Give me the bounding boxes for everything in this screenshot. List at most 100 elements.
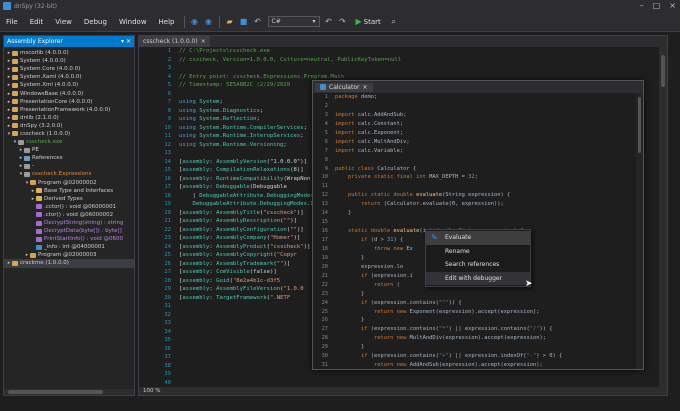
tree-node[interactable]: ▾ csscheck.exe xyxy=(4,138,134,146)
close-icon[interactable]: × xyxy=(126,38,131,45)
line-number: 18 xyxy=(321,245,328,252)
tree-node[interactable]: ▸ - xyxy=(4,162,134,170)
tree-node[interactable]: DecryptString(string) : string xyxy=(4,219,134,227)
title-bar: dnSpy (32-bit) – □ × xyxy=(0,0,680,12)
method-icon xyxy=(36,236,42,242)
scrollbar-thumb[interactable] xyxy=(661,55,665,87)
zoom-level[interactable]: 100 % xyxy=(139,387,667,395)
code-line: // csscheck, Version=1.0.0.0, Culture=ne… xyxy=(179,56,479,65)
menu-file[interactable]: File xyxy=(0,18,24,26)
tree-node[interactable]: ▾ csscheck (1.0.0.0) xyxy=(4,130,134,138)
code-line: // C:\Projects\csscheck.exe xyxy=(179,47,479,56)
tree-node[interactable]: ▸ System (4.0.0.0) xyxy=(4,57,134,65)
menu-view[interactable]: View xyxy=(49,18,78,26)
scrollbar-thumb[interactable] xyxy=(8,390,103,394)
tree-node[interactable]: ▸ System.Xaml (4.0.0.0) xyxy=(4,73,134,81)
tree-node[interactable]: ▸ dnlib (2.1.0.0) xyxy=(4,114,134,122)
tree-node-label: .cctor() : void @06000001 xyxy=(44,203,117,210)
assembly-explorer-title: Assembly Explorer xyxy=(7,38,63,45)
close-icon[interactable]: × xyxy=(201,38,206,45)
tree-node[interactable]: PrintStartInfo() : void @0600 xyxy=(4,235,134,243)
menu-item-search-references[interactable]: Search references xyxy=(426,258,530,272)
tree-node[interactable]: ▸ System.Core (4.0.0.0) xyxy=(4,65,134,73)
asm-icon xyxy=(12,58,18,64)
menu-item-evaluate[interactable]: ✎ Evaluate xyxy=(426,231,530,245)
menu-item-edit-with-debugger[interactable]: Edit with debugger xyxy=(426,271,530,285)
tree-node[interactable]: DecryptData(byte[]) : byte[] xyxy=(4,227,134,235)
vertical-scrollbar[interactable] xyxy=(636,93,643,369)
tree-node[interactable]: _info : int @04000001 xyxy=(4,243,134,251)
code-token: // csscheck, Version=1.0.0.0, Culture=ne… xyxy=(179,56,402,63)
close-icon[interactable]: × xyxy=(362,84,367,91)
tree-node[interactable]: ▾ Program @02000002 xyxy=(4,179,134,187)
tree-node[interactable]: ▸ WindowsBase (4.0.0.0) xyxy=(4,89,134,97)
maximize-icon[interactable]: □ xyxy=(653,1,661,10)
line-number: 23 xyxy=(321,290,328,297)
menu-edit[interactable]: Edit xyxy=(24,18,50,26)
vertical-scrollbar[interactable] xyxy=(659,47,667,392)
line-number: 13 xyxy=(164,150,171,156)
menu-item-rename[interactable]: Rename xyxy=(426,245,530,259)
tree-node[interactable]: ▸ Base Type and Interfaces xyxy=(4,187,134,195)
tree-node[interactable]: ▸ System.Xml (4.0.0.0) xyxy=(4,81,134,89)
start-debug-button[interactable]: ▶ Start xyxy=(356,17,381,26)
line-number: 7 xyxy=(167,99,171,105)
line-number: 1 xyxy=(167,48,171,54)
back-icon[interactable]: ◉ xyxy=(190,17,200,27)
tab-label: Calculator xyxy=(329,83,360,91)
tab-csscheck[interactable]: csscheck (1.0.0.0) × xyxy=(139,36,210,47)
tree-node[interactable]: .cctor() : void @06000001 xyxy=(4,203,134,211)
ns-icon xyxy=(18,139,24,145)
line-number: 2 xyxy=(167,56,171,63)
close-icon[interactable]: × xyxy=(669,1,676,10)
language-select[interactable]: C# ▾ xyxy=(267,16,320,27)
code-token: "csscheck" xyxy=(263,209,297,216)
tree-node[interactable]: ▸ Program @02000003 xyxy=(4,251,134,259)
tree-node[interactable]: .ctor() : void @06000002 xyxy=(4,211,134,219)
tree-node[interactable]: ▸ PE xyxy=(4,146,134,154)
tree-node[interactable]: ▸ dnSpy (3.2.0.0) xyxy=(4,122,134,130)
tree-node[interactable]: ▸ PresentationCore (4.0.0.0) xyxy=(4,98,134,106)
minimize-icon[interactable]: – xyxy=(640,1,644,10)
menu-help[interactable]: Help xyxy=(153,18,181,26)
tree-node[interactable]: ▸ Derived Types xyxy=(4,195,134,203)
code-token: (expression.contains( xyxy=(370,326,439,333)
folder-icon xyxy=(36,188,42,194)
tree-node[interactable]: ▸ mscorlib (4.0.0.0) xyxy=(4,49,134,57)
code-token: if xyxy=(360,353,371,360)
code-token: assembly xyxy=(182,184,210,190)
code-token: "8e2a4b1c-d3f5 xyxy=(232,277,281,284)
line-number: 33 xyxy=(164,320,171,326)
code-token: using xyxy=(179,124,200,131)
open-folder-icon[interactable]: ▰ xyxy=(225,17,235,27)
tree-node[interactable]: ▸ References xyxy=(4,154,134,162)
redo-icon[interactable]: ↷ xyxy=(338,17,348,27)
code-line: import calc.Variable; xyxy=(335,147,625,156)
line-number: 22 xyxy=(321,281,328,288)
code-token: throw new xyxy=(373,245,407,252)
code-token: )) { xyxy=(539,326,553,333)
search-icon[interactable]: ⌕ xyxy=(389,17,399,27)
undo-icon[interactable]: ↶ xyxy=(324,17,334,27)
tab-calculator[interactable]: Calculator × xyxy=(315,82,373,92)
undo-icon[interactable]: ↶ xyxy=(253,17,263,27)
save-icon[interactable]: ■ xyxy=(239,17,249,27)
menu-debug[interactable]: Debug xyxy=(78,18,113,26)
tree-node[interactable]: ▸ crackme (1.0.0.0) xyxy=(4,259,134,268)
code-line: return new Exponent(expression).accept(e… xyxy=(335,308,625,317)
code-line: import calc.MultAndDiv; xyxy=(335,138,625,147)
assembly-tree: ▸ mscorlib (4.0.0.0) ▸ System (4.0.0.0) ▸ Sys… xyxy=(4,47,134,268)
horizontal-scrollbar[interactable] xyxy=(4,389,134,395)
tree-node[interactable]: ▾ csscheck.Expressions xyxy=(4,170,134,178)
menu-window[interactable]: Window xyxy=(113,18,153,26)
code-token: )] xyxy=(296,226,304,233)
tree-node[interactable]: ▸ PresentationFramework (4.0.0.0) xyxy=(4,106,134,114)
code-token: public static double xyxy=(347,192,417,199)
code-token: (Calculator.evaluate(0, expression)); xyxy=(383,201,504,208)
forward-icon[interactable]: ◉ xyxy=(204,17,214,27)
code-token: } xyxy=(335,210,352,217)
code-token: import xyxy=(335,111,358,118)
line-number: 40 xyxy=(164,379,171,386)
asm-icon xyxy=(12,66,18,72)
scrollbar-thumb[interactable] xyxy=(638,97,641,153)
